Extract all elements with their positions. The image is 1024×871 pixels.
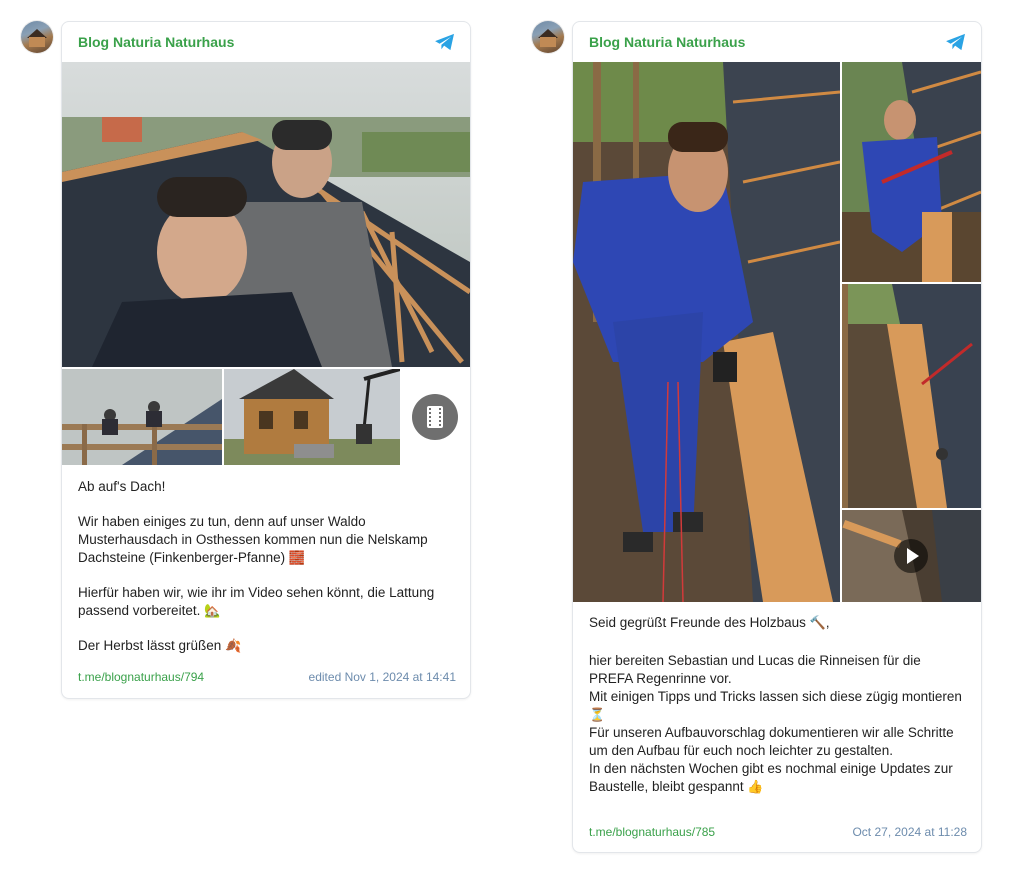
thumbnail-photo-1[interactable] [62,369,222,465]
message-text: Ab auf's Dach! Wir haben einiges zu tun,… [78,478,456,655]
caption-text: Mit einigen Tipps und Tricks lassen sich… [589,689,962,704]
caption-paragraph: Ab auf's Dach! [78,479,166,494]
message-footer: t.me/blognaturhaus/785 Oct 27, 2024 at 1… [589,825,967,841]
telegram-plane-icon[interactable] [434,33,456,51]
message-card-1: Blog Naturia Naturhaus Ab auf's Dach! Wi… [61,21,471,699]
message-text: Seid gegrüßt Freunde des Holzbaus 🔨, hie… [589,614,967,796]
message-header: Blog Naturia Naturhaus [573,22,981,62]
main-photo[interactable] [62,62,470,367]
caption-text: Der Herbst lässt grüßen [78,638,222,653]
message-date: edited Nov 1, 2024 at 14:41 [308,670,456,684]
video-thumbnail[interactable] [842,510,981,602]
caption-paragraph: In den nächsten Wochen gibt es nochmal e… [589,760,967,796]
channel-name[interactable]: Blog Naturia Naturhaus [78,34,234,50]
caption-paragraph: Für unseren Aufbauvorschlag dokumentiere… [589,725,954,758]
caption-text: In den nächsten Wochen gibt es nochmal e… [589,761,953,794]
leaves-emoji-icon: 🍂 [225,638,242,653]
house-emoji-icon: 🏡 [204,603,221,618]
message-header: Blog Naturia Naturhaus [62,22,470,62]
bricks-emoji-icon: 🧱 [288,550,306,565]
hourglass-emoji-icon: ⏳ [589,707,606,722]
caption-paragraph: Mit einigen Tipps und Tricks lassen sich… [589,688,967,724]
caption-text: Hierfür haben wir, wie ihr im Video sehe… [78,585,435,618]
message-link[interactable]: t.me/blognaturhaus/785 [589,825,715,839]
thumbnail-photo-2[interactable] [842,284,981,508]
caption-paragraph: hier bereiten Sebastian und Lucas die Ri… [589,653,921,686]
thumbs-up-emoji-icon: 👍 [747,779,764,794]
caption-paragraph: Wir haben einiges zu tun, denn auf unser… [78,513,456,567]
hammer-emoji-icon: 🔨, [809,615,830,630]
channel-avatar[interactable] [21,21,53,53]
caption-paragraph: Der Herbst lässt grüßen 🍂 [78,637,456,655]
telegram-plane-icon[interactable] [945,33,967,51]
message-link[interactable]: t.me/blognaturhaus/794 [78,670,204,684]
thumbnail-photo-2[interactable] [224,369,400,465]
message-date: Oct 27, 2024 at 11:28 [852,825,967,839]
play-icon[interactable] [894,539,928,573]
channel-avatar[interactable] [532,21,564,53]
film-icon[interactable] [412,394,458,440]
caption-paragraph: Hierfür haben wir, wie ihr im Video sehe… [78,584,456,620]
channel-name[interactable]: Blog Naturia Naturhaus [589,34,745,50]
message-footer: t.me/blognaturhaus/794 edited Nov 1, 202… [78,670,456,686]
main-photo[interactable] [573,62,840,602]
thumbnail-photo-1[interactable] [842,62,981,282]
caption-text: Wir haben einiges zu tun, denn auf unser… [78,514,428,565]
caption-paragraph: Seid gegrüßt Freunde des Holzbaus 🔨, [589,614,967,632]
caption-text: Seid gegrüßt Freunde des Holzbaus [589,615,806,630]
message-card-2: Blog Naturia Naturhaus Seid gegrüßt Freu… [572,21,982,853]
